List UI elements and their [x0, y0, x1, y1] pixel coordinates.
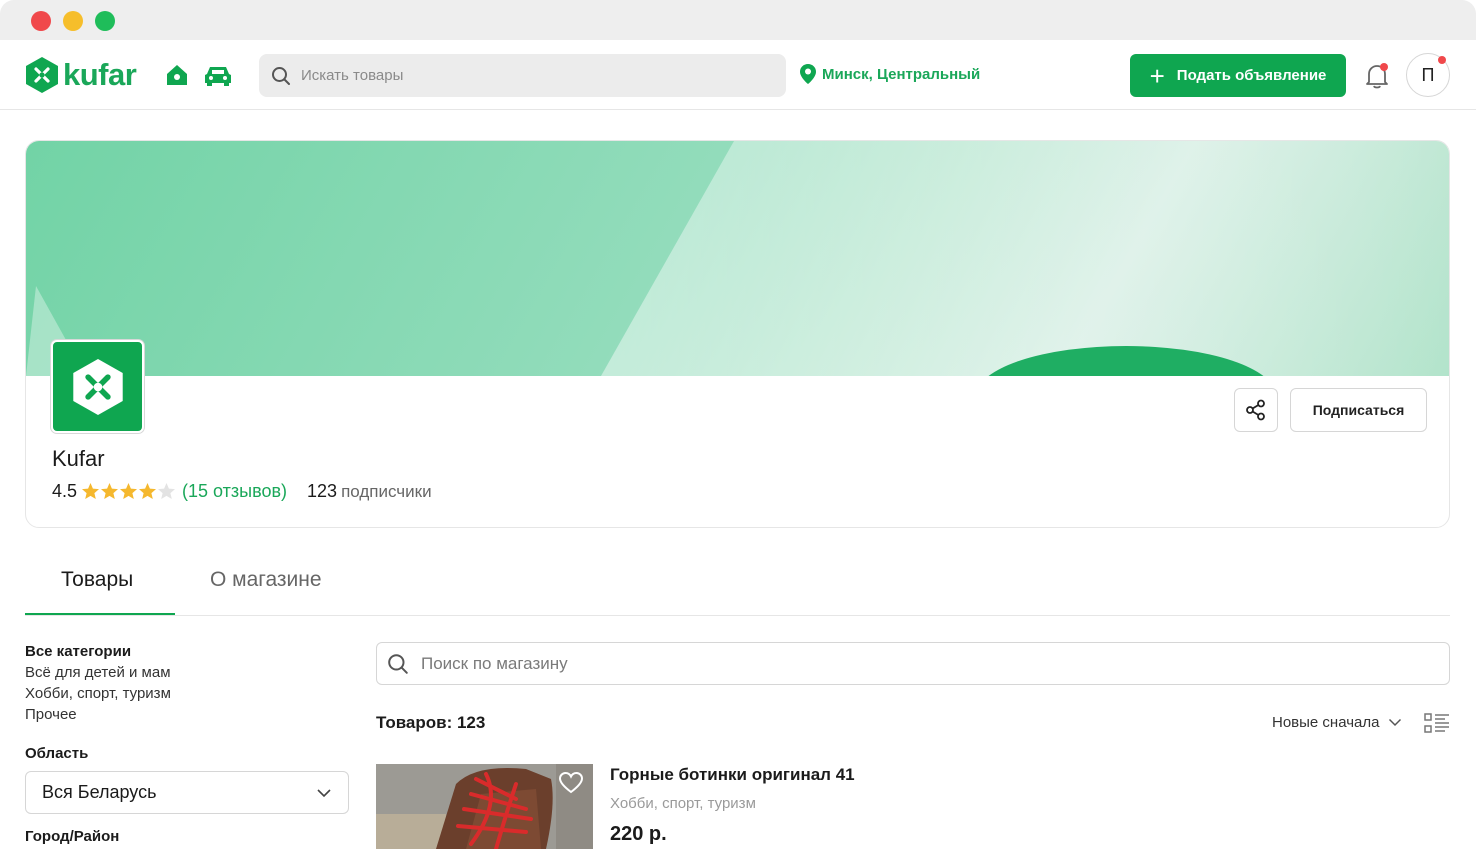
- post-ad-button[interactable]: + Подать объявление: [1130, 54, 1346, 97]
- reviews-link[interactable]: (15 отзывов): [182, 481, 287, 502]
- category-all[interactable]: Все категории: [25, 643, 350, 660]
- location-label: Минск, Центральный: [822, 65, 981, 83]
- shop-tabs: Товары О магазине: [25, 552, 1450, 616]
- shop-logo: [51, 340, 144, 433]
- share-icon: [1246, 399, 1265, 421]
- kufar-logo-icon: [26, 57, 58, 93]
- shop-name: Kufar: [52, 446, 105, 471]
- global-search-input[interactable]: [301, 67, 761, 84]
- shop-logo-icon: [72, 358, 123, 415]
- subscribe-button[interactable]: Подписаться: [1290, 388, 1427, 432]
- maximize-window-button[interactable]: [95, 11, 115, 31]
- tab-about-shop[interactable]: О магазине: [210, 568, 322, 592]
- location-pin-icon: [800, 64, 816, 84]
- plus-icon: +: [1149, 60, 1165, 91]
- avatar-notification-dot: [1438, 56, 1446, 64]
- banner-decoration: [26, 141, 1449, 376]
- star-filled-icon: [120, 483, 138, 499]
- products-count: Товаров: 123: [376, 713, 486, 732]
- rating-value: 4.5: [52, 481, 78, 501]
- share-button[interactable]: [1234, 388, 1278, 432]
- star-filled-icon: [139, 483, 157, 499]
- star-filled-icon: [101, 483, 119, 499]
- heart-icon[interactable]: [559, 772, 583, 794]
- home-icon[interactable]: [164, 62, 190, 88]
- active-tab-indicator: [25, 613, 175, 615]
- search-icon: [272, 66, 290, 85]
- post-ad-label: Подать объявление: [1176, 67, 1327, 84]
- logo-text: kufar: [63, 57, 137, 92]
- tab-products[interactable]: Товары: [61, 568, 133, 592]
- avatar-letter: П: [1421, 64, 1435, 85]
- product-title[interactable]: Горные ботинки оригинал 41: [610, 765, 855, 785]
- product-price: 220 р.: [610, 823, 667, 845]
- global-search-field[interactable]: [259, 54, 786, 97]
- location-selector[interactable]: Минск, Центральный: [800, 64, 980, 84]
- shop-search-field[interactable]: [376, 642, 1450, 685]
- category-item[interactable]: Всё для детей и мам: [25, 665, 350, 681]
- list-view-icon[interactable]: [1424, 713, 1450, 735]
- bell-icon[interactable]: [1364, 62, 1390, 90]
- region-select-value: Вся Беларусь: [42, 782, 157, 802]
- category-item[interactable]: Хобби, спорт, туризм: [25, 686, 350, 702]
- sort-dropdown[interactable]: Новые сначала: [1272, 714, 1402, 731]
- minimize-window-button[interactable]: [63, 11, 83, 31]
- star-filled-icon: [82, 483, 100, 499]
- chevron-down-icon: [317, 788, 331, 797]
- followers-label: подписчики: [341, 482, 432, 501]
- category-item[interactable]: Прочее: [25, 707, 350, 723]
- shop-banner: [26, 141, 1449, 376]
- shop-meta: 4.5 (15 отзывов) 123 подписчики: [52, 481, 432, 502]
- followers-number: 123: [307, 481, 338, 501]
- chevron-down-icon: [1389, 718, 1402, 727]
- site-header: kufar Минск, Центральный + Подать объявл…: [0, 40, 1476, 110]
- close-window-button[interactable]: [31, 11, 51, 31]
- region-select[interactable]: Вся Беларусь: [25, 771, 349, 814]
- followers-count: 123 подписчики: [307, 481, 432, 502]
- sort-label: Новые сначала: [1272, 714, 1380, 731]
- search-icon: [388, 653, 408, 674]
- car-icon[interactable]: [203, 62, 233, 88]
- star-empty-icon: [158, 483, 176, 499]
- window-titlebar: [0, 0, 1476, 40]
- product-category: Хобби, спорт, туризм: [610, 795, 756, 812]
- filters-sidebar: Все категории Всё для детей и мам Хобби,…: [25, 643, 350, 845]
- shop-profile-card: Подписаться Kufar 4.5 (15 отзывов) 123 по…: [25, 140, 1450, 528]
- rating-stars: [81, 482, 176, 501]
- region-filter-title: Область: [25, 745, 89, 762]
- kufar-logo[interactable]: kufar: [25, 57, 137, 93]
- city-filter-title: Город/Район: [25, 828, 120, 845]
- shop-search-input[interactable]: [421, 653, 1421, 674]
